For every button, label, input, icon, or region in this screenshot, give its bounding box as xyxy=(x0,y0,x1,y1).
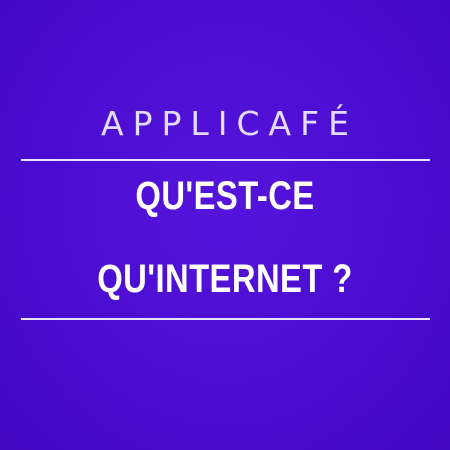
title-card: APPLICAFÉ QU'EST-CE QU'INTERNET ? xyxy=(0,0,450,450)
brand-logo-text: APPLICAFÉ xyxy=(101,104,358,143)
top-divider xyxy=(21,159,430,161)
bottom-divider xyxy=(21,318,430,320)
headline-line-1: QU'EST-CE xyxy=(135,174,315,218)
headline-line-2: QU'INTERNET ? xyxy=(97,257,353,301)
